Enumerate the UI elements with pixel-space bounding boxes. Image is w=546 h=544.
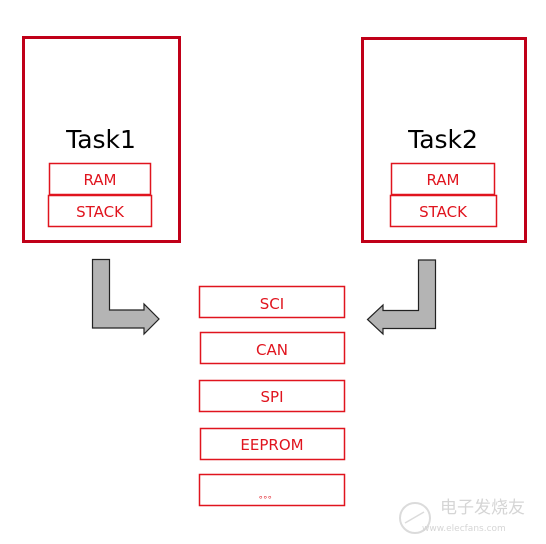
peripheral-spi-label: SPI <box>261 388 284 406</box>
diagram: Task1 RAM STACK Task2 RAM STACK SCI CAN … <box>22 36 527 534</box>
task1-ram-label: RAM <box>83 171 116 189</box>
peripheral-sci-label: SCI <box>260 295 284 313</box>
task2-stack-label: STACK <box>419 203 468 221</box>
watermark-logo: 电子发烧友 www.elecfans.com <box>399 498 525 534</box>
task2-title: Task2 <box>407 125 478 154</box>
task1-title: Task1 <box>65 125 136 154</box>
task2-ram-label: RAM <box>426 171 459 189</box>
peripheral-list: SCI CAN SPI EEPROM 。。。 <box>198 285 346 507</box>
arrow-task1-to-peripherals <box>91 258 160 336</box>
peripheral-more-label: 。。。 <box>259 491 277 501</box>
task1-stack-label: STACK <box>76 203 125 221</box>
watermark-logo-text: 电子发烧友 <box>440 498 525 518</box>
task1-box: Task1 RAM STACK <box>22 36 181 243</box>
peripheral-eeprom-label: EEPROM <box>240 436 303 454</box>
task2-box: Task2 RAM STACK <box>361 37 527 243</box>
watermark-url: www.elecfans.com <box>422 524 506 534</box>
peripheral-can-label: CAN <box>256 341 288 359</box>
arrow-task2-to-peripherals <box>366 259 437 336</box>
